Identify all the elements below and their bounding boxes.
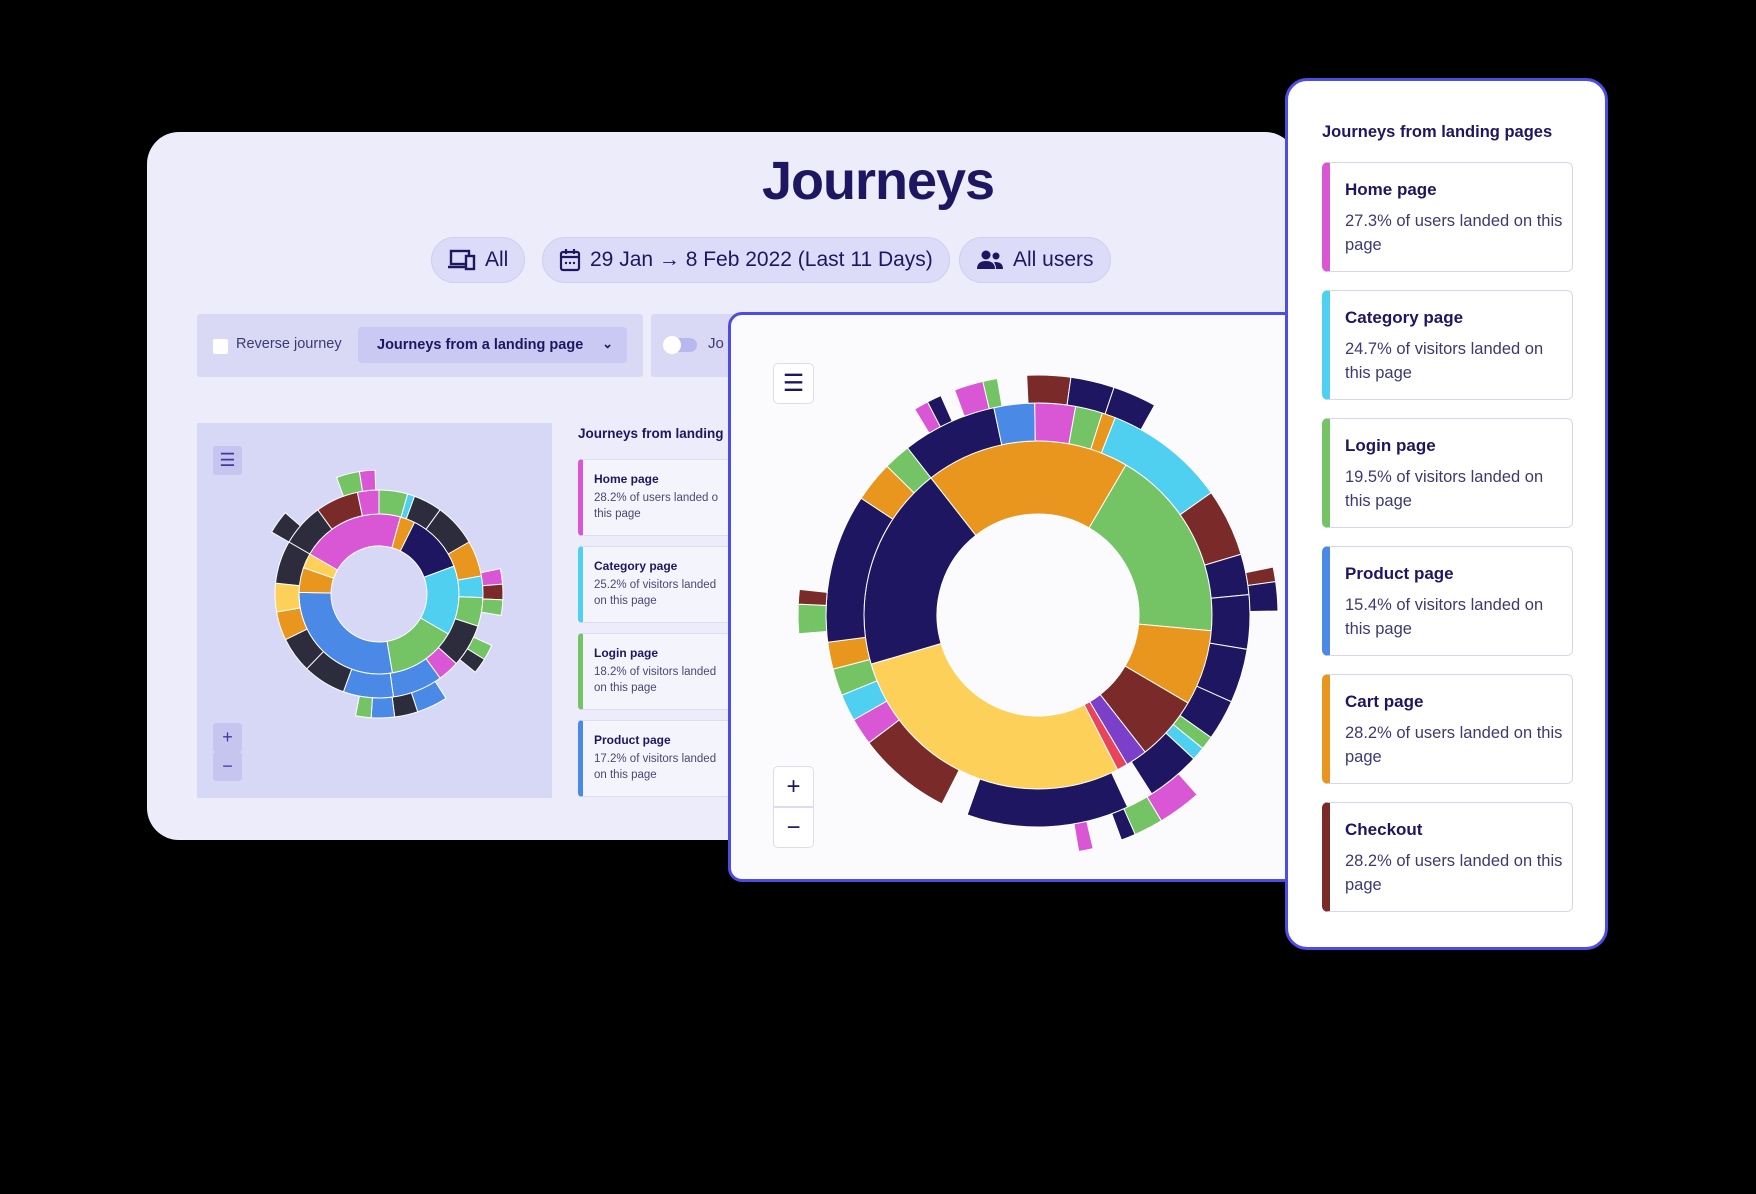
landing-page-name: Category page xyxy=(1345,308,1464,327)
landing-page-stat-tail: this page xyxy=(594,508,641,520)
sunburst-segment[interactable] xyxy=(342,668,395,699)
landing-page-name: Login page xyxy=(1345,436,1436,455)
reverse-journey-checkbox[interactable] xyxy=(213,339,228,354)
landing-page-name: Home page xyxy=(594,472,659,486)
list-icon: ☰ xyxy=(219,450,236,470)
landing-page-stat: 25.2% of visitors landed xyxy=(594,579,717,591)
zoom-in-button[interactable]: + xyxy=(213,723,242,752)
sunburst-segment[interactable] xyxy=(797,588,828,606)
sunburst-segment[interactable] xyxy=(1247,581,1279,613)
sunburst-segment[interactable] xyxy=(1209,594,1251,650)
landing-page-stat-tail: on this page xyxy=(594,769,657,781)
landing-page-card[interactable]: Product page 15.4% of visitors landed on … xyxy=(1322,546,1573,656)
list-icon: ☰ xyxy=(782,370,805,397)
sunburst-segment[interactable] xyxy=(354,695,373,719)
landing-page-name: Cart page xyxy=(1345,692,1424,711)
journey-toggle[interactable] xyxy=(663,336,697,354)
landing-page-stat: 28.2% of users landed on this page xyxy=(1345,852,1563,894)
chevron-down-icon: ⌄ xyxy=(602,336,613,351)
sunburst-panel: ☰ + − xyxy=(728,312,1298,882)
journey-toggle-label: Jo xyxy=(708,335,724,352)
date-range-button[interactable]: 29 Jan → 8 Feb 2022 (Last 11 Days) xyxy=(542,237,950,283)
zoom-out-button[interactable]: − xyxy=(213,752,242,781)
sunburst-segment[interactable] xyxy=(457,575,484,599)
landing-page-name: Product page xyxy=(1345,564,1454,583)
sunburst-segment[interactable] xyxy=(1073,820,1094,853)
landing-page-name: Product page xyxy=(594,733,671,747)
sunburst-segment[interactable] xyxy=(274,582,301,613)
landing-page-stat: 15.4% of visitors landed on this page xyxy=(1345,596,1544,638)
landing-page-stat: 24.7% of visitors landed on this page xyxy=(1345,340,1544,382)
sunburst-chart xyxy=(797,374,1279,853)
devices-icon xyxy=(448,249,476,271)
journey-type-value: Journeys from a landing page xyxy=(377,337,584,353)
device-filter-button[interactable]: All xyxy=(431,237,526,283)
landing-page-stat-tail: on this page xyxy=(594,682,657,694)
date-range-label: 29 Jan → 8 Feb 2022 (Last 11 Days) xyxy=(590,248,933,271)
landing-page-stat-tail: on this page xyxy=(594,595,657,607)
legend-toggle-button[interactable]: ☰ xyxy=(213,446,242,475)
device-filter-label: All xyxy=(485,248,509,271)
background-sunburst-chart xyxy=(270,469,504,719)
landing-page-card[interactable]: Product page 17.2% of visitors landed on t… xyxy=(578,720,738,797)
sunburst-segment[interactable] xyxy=(482,583,504,601)
landing-page-stat: 18.2% of visitors landed xyxy=(594,666,717,678)
sunburst-segment[interactable] xyxy=(370,696,396,719)
users-icon xyxy=(977,250,1003,269)
landing-page-card[interactable]: Checkout 28.2% of users landed on this pa… xyxy=(1322,802,1573,912)
segment-filter-label: All users xyxy=(1013,248,1094,271)
landing-page-card[interactable]: Home page 27.3% of users landed on this p… xyxy=(1322,162,1573,272)
landing-page-card[interactable]: Cart page 28.2% of users landed on this p… xyxy=(1322,674,1573,784)
sunburst-segment[interactable] xyxy=(993,402,1036,446)
sunburst-segment[interactable] xyxy=(1026,374,1072,406)
landing-page-card[interactable]: Category page 24.7% of visitors landed on… xyxy=(1322,290,1573,400)
sunburst-segment[interactable] xyxy=(797,603,828,635)
background-sunburst-panel xyxy=(197,423,552,798)
background-list-title: Journeys from landing xyxy=(578,426,724,441)
landing-page-card[interactable]: Login page 18.2% of visitors landed on thi… xyxy=(578,633,738,710)
zoom-out-button[interactable]: − xyxy=(773,807,814,848)
sunburst-segment[interactable] xyxy=(480,598,504,617)
journey-type-dropdown[interactable]: Journeys from a landing page ⌄ xyxy=(358,327,627,363)
landing-page-stat: 17.2% of visitors landed xyxy=(594,753,717,765)
landing-page-card[interactable]: Home page 28.2% of users landed o this pag… xyxy=(578,459,738,536)
landing-page-stat: 27.3% of users landed on this page xyxy=(1345,212,1563,254)
landing-page-stat: 28.2% of users landed o xyxy=(594,492,719,504)
sunburst-segment[interactable] xyxy=(480,568,504,587)
landing-page-name: Checkout xyxy=(1345,820,1423,839)
landing-page-stat: 19.5% of visitors landed on this page xyxy=(1345,468,1544,510)
reverse-journey-label: Reverse journey xyxy=(236,336,342,352)
landing-page-name: Home page xyxy=(1345,180,1437,199)
landing-pages-title: Journeys from landing pages xyxy=(1322,123,1553,141)
landing-page-card[interactable]: Login page 19.5% of visitors landed on th… xyxy=(1322,418,1573,528)
calendar-icon xyxy=(559,249,581,272)
landing-page-name: Login page xyxy=(594,646,658,660)
landing-pages-panel: Journeys from landing pages Home page 27.… xyxy=(1285,78,1608,950)
landing-page-stat: 28.2% of users landed on this page xyxy=(1345,724,1563,766)
legend-toggle-button[interactable]: ☰ xyxy=(773,363,814,404)
landing-page-name: Category page xyxy=(594,559,678,573)
segment-filter-button[interactable]: All users xyxy=(959,237,1111,283)
sunburst-segment[interactable] xyxy=(358,469,377,492)
landing-page-card[interactable]: Category page 25.2% of visitors landed on … xyxy=(578,546,738,623)
zoom-in-button[interactable]: + xyxy=(773,766,814,807)
